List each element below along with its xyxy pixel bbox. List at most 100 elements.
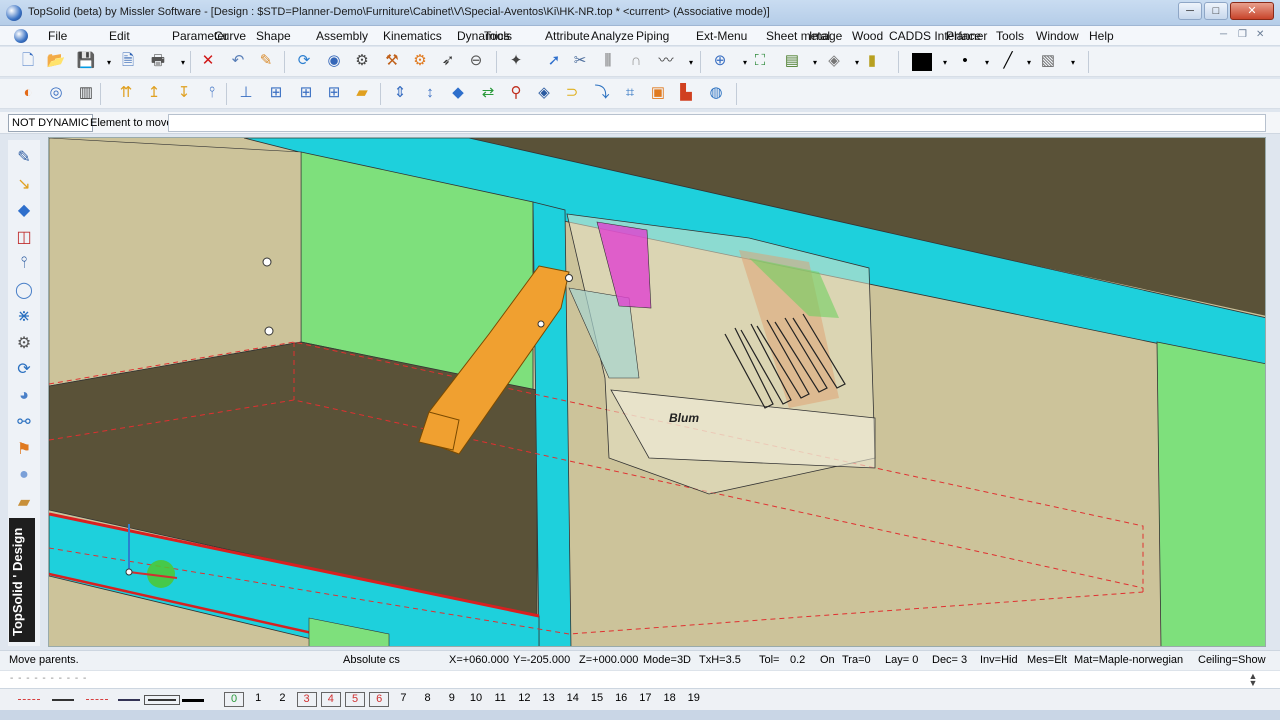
orbit-icon[interactable]: ⊖ bbox=[466, 51, 486, 71]
layer-8-button[interactable]: 8 bbox=[418, 692, 438, 707]
menu-kinematics[interactable]: Kinematics bbox=[383, 29, 442, 43]
vertical-arrows-icon[interactable]: ⇕ bbox=[390, 83, 410, 103]
dot-style-icon[interactable]: • bbox=[955, 51, 975, 71]
dropdown-arrow-icon[interactable]: ▾ bbox=[940, 53, 950, 73]
regenerate-icon[interactable]: ⟳ bbox=[294, 51, 314, 71]
layer-15-button[interactable]: 15 bbox=[587, 692, 607, 707]
network-icon[interactable]: ⋇ bbox=[12, 305, 36, 327]
layer-1-button[interactable]: 1 bbox=[248, 692, 268, 707]
menu-planner[interactable]: Planner bbox=[946, 29, 987, 43]
new-document-icon[interactable]: 🗋 bbox=[18, 51, 38, 71]
layer-11-button[interactable]: 11 bbox=[490, 692, 510, 707]
layers-icon[interactable]: ▤ bbox=[782, 51, 802, 71]
menu-tools[interactable]: Tools bbox=[996, 29, 1024, 43]
close-button[interactable]: ✕ bbox=[1230, 2, 1274, 20]
measure-mode[interactable]: Mes=Elt bbox=[1027, 654, 1067, 666]
menu-assembly[interactable]: Assembly bbox=[316, 29, 368, 43]
dropdown-arrow-icon[interactable]: ▾ bbox=[852, 53, 862, 73]
origin-icon[interactable]: ◐ bbox=[18, 83, 38, 103]
zoom-icon[interactable]: ⊕ bbox=[710, 51, 730, 71]
box-tool-icon[interactable]: ▣ bbox=[648, 83, 668, 103]
layer-3-button[interactable]: 3 bbox=[296, 692, 317, 707]
view-icon[interactable]: ◉ bbox=[324, 51, 344, 71]
arrow-down-icon[interactable]: ↧ bbox=[174, 83, 194, 103]
cut-icon[interactable]: ✂ bbox=[570, 51, 590, 71]
screw-icon[interactable]: ⫯ bbox=[12, 252, 36, 274]
dashed-red-line[interactable] bbox=[86, 699, 108, 701]
align-right-icon[interactable]: ⊞ bbox=[324, 83, 344, 103]
blue-box-icon[interactable]: ◆ bbox=[448, 83, 468, 103]
layer-2-button[interactable]: 2 bbox=[272, 692, 292, 707]
bars-icon[interactable]: ▥ bbox=[76, 83, 96, 103]
command-line[interactable]: - - - - - - - - - - ▲ ▼ bbox=[0, 670, 1280, 688]
print-icon[interactable]: 🖶 bbox=[148, 51, 168, 71]
battery-icon[interactable]: ▮ bbox=[862, 51, 882, 71]
refresh-tool-icon[interactable]: ⟳ bbox=[12, 358, 36, 380]
menu-shape[interactable]: Shape bbox=[256, 29, 291, 43]
coordinate-system[interactable]: Absolute cs bbox=[343, 654, 400, 666]
mode-indicator[interactable]: Mode=3D bbox=[643, 654, 691, 666]
command-scroll-arrows[interactable]: ▲ ▼ bbox=[1246, 672, 1260, 688]
on-indicator[interactable]: On bbox=[820, 654, 835, 666]
tolerance-value[interactable]: 0.2 bbox=[790, 654, 805, 666]
open-folder-icon[interactable]: 📂 bbox=[46, 51, 66, 71]
dropdown-arrow-icon[interactable]: ▾ bbox=[982, 53, 992, 73]
color-drop-icon[interactable]: ▙ bbox=[676, 83, 696, 103]
menu-piping[interactable]: Piping bbox=[636, 29, 669, 43]
menu-analyze[interactable]: Analyze bbox=[591, 29, 634, 43]
selected-line[interactable] bbox=[144, 695, 180, 705]
minimize-button[interactable]: ─ bbox=[1178, 2, 1202, 20]
grid-arrows-icon[interactable]: ⌗ bbox=[620, 83, 640, 103]
vertical-arrow-icon[interactable]: ↕ bbox=[420, 83, 440, 103]
curve-icon[interactable]: ↘ bbox=[12, 173, 36, 195]
cube-icon[interactable]: ◈ bbox=[534, 83, 554, 103]
element-to-move-input[interactable] bbox=[168, 114, 1266, 132]
line-style-icon[interactable]: ╱ bbox=[998, 51, 1018, 71]
magnet-icon[interactable]: ∩ bbox=[626, 51, 646, 71]
layer-14-button[interactable]: 14 bbox=[563, 692, 583, 707]
layer-0-button[interactable]: 0 bbox=[224, 692, 244, 707]
text-height[interactable]: TxH=3.5 bbox=[699, 654, 741, 666]
material[interactable]: Mat=Maple-norwegian bbox=[1074, 654, 1183, 666]
menu-help[interactable]: Help bbox=[1089, 29, 1114, 43]
flag-icon[interactable]: ⚑ bbox=[12, 438, 36, 460]
layer-5-button[interactable]: 5 bbox=[345, 692, 365, 707]
zoom-fit-icon[interactable]: ⛶ bbox=[750, 51, 770, 71]
dropdown-arrow-icon[interactable]: ▾ bbox=[740, 53, 750, 73]
menu-attribute[interactable]: Attribute bbox=[545, 29, 590, 43]
arrows-up-icon[interactable]: ⇈ bbox=[116, 83, 136, 103]
frame-up-icon[interactable]: ⊥ bbox=[236, 83, 256, 103]
layer-6-button[interactable]: 6 bbox=[369, 692, 390, 707]
menu-file[interactable]: File bbox=[48, 29, 67, 43]
panel-icon[interactable]: ▰ bbox=[352, 83, 372, 103]
layer-10-button[interactable]: 10 bbox=[466, 692, 486, 707]
align-center-icon[interactable]: ⊞ bbox=[296, 83, 316, 103]
curve-tool-icon[interactable]: 〰 bbox=[656, 51, 676, 71]
current-layer[interactable]: Lay= 0 bbox=[885, 654, 918, 666]
thin-blue-line[interactable] bbox=[118, 699, 140, 701]
layer-16-button[interactable]: 16 bbox=[611, 692, 631, 707]
green-swap-icon[interactable]: ⇄ bbox=[478, 83, 498, 103]
globe-refresh-icon[interactable]: ◍ bbox=[706, 83, 726, 103]
compass-icon[interactable]: ✦ bbox=[506, 51, 526, 71]
pin-icon[interactable]: ⫯ bbox=[202, 83, 222, 103]
document-properties-icon[interactable]: 🗎 bbox=[118, 51, 138, 71]
thick-black-line[interactable] bbox=[182, 699, 204, 702]
chain-icon[interactable]: ⚯ bbox=[12, 411, 36, 433]
decimals[interactable]: Dec= 3 bbox=[932, 654, 967, 666]
dropdown-arrow-icon[interactable]: ▾ bbox=[178, 53, 188, 73]
menu-tools[interactable]: Tools bbox=[484, 29, 512, 43]
menu-window[interactable]: Window bbox=[1036, 29, 1079, 43]
dropdown-arrow-icon[interactable]: ▾ bbox=[810, 53, 820, 73]
menu-curve[interactable]: Curve bbox=[214, 29, 246, 43]
plank-icon[interactable]: ▰ bbox=[12, 491, 36, 513]
gears-icon[interactable]: ⚙ bbox=[410, 51, 430, 71]
invisibility-mode[interactable]: Inv=Hid bbox=[980, 654, 1018, 666]
paint-bucket-icon[interactable]: ◈ bbox=[824, 51, 844, 71]
hinge-icon[interactable]: ⊃ bbox=[562, 83, 582, 103]
circle-target-icon[interactable]: ◎ bbox=[46, 83, 66, 103]
menu-edit[interactable]: Edit bbox=[109, 29, 130, 43]
search-part-icon[interactable]: ⚲ bbox=[506, 83, 526, 103]
layer-9-button[interactable]: 9 bbox=[442, 692, 462, 707]
layer-18-button[interactable]: 18 bbox=[660, 692, 680, 707]
